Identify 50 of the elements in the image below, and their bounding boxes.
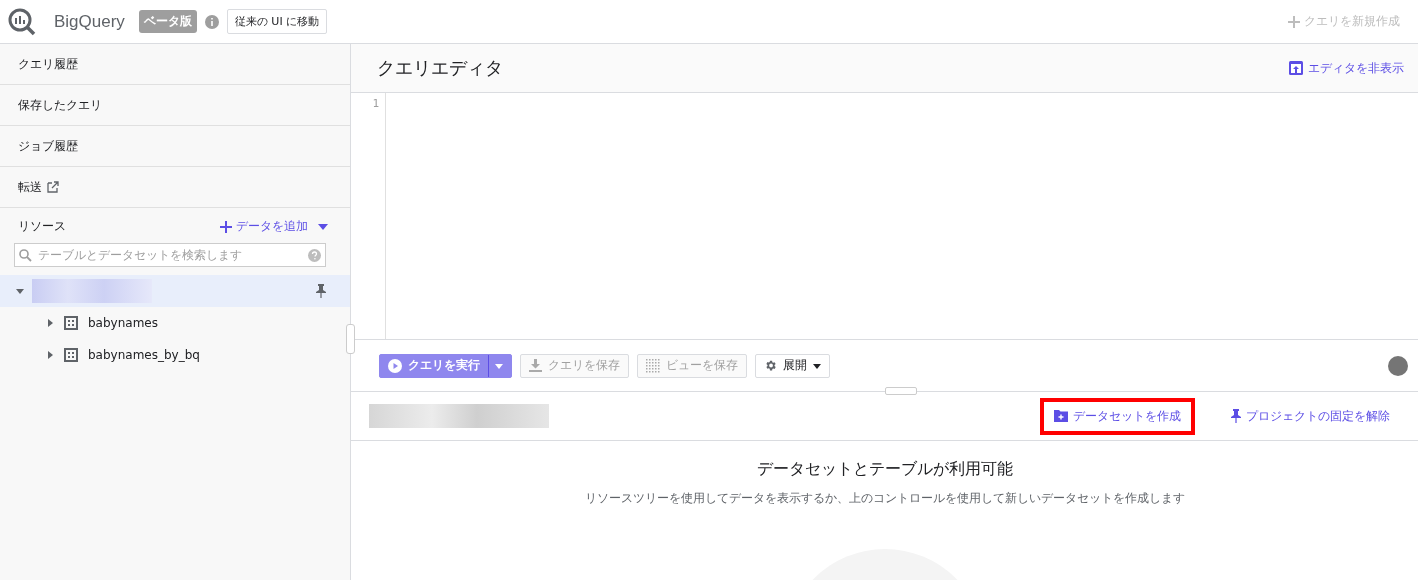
nav-item[interactable]: 保存したクエリ — [0, 85, 350, 126]
add-data-button[interactable]: データを追加 — [220, 218, 328, 235]
nav-label[interactable]: クエリ履歴 — [18, 55, 78, 73]
nav-label[interactable]: ジョブ履歴 — [18, 137, 78, 155]
nav-item[interactable]: 転送 — [0, 167, 350, 208]
play-icon — [388, 358, 402, 373]
pin-icon[interactable] — [316, 284, 326, 298]
empty-state-title: データセットとテーブルが利用可能 — [756, 459, 1013, 480]
app-title: BigQuery — [54, 11, 125, 32]
caret-icon[interactable] — [813, 361, 821, 370]
line-number: 1 — [371, 97, 379, 110]
dataset-icon — [64, 348, 78, 362]
nav-label[interactable]: 転送 — [18, 178, 42, 196]
editor-title: クエリエディタ — [377, 56, 503, 80]
search-field[interactable]: テーブルとデータセットを検索します — [36, 247, 304, 263]
action-link[interactable]: プロジェクトの固定を解除 — [1231, 407, 1390, 425]
info-icon[interactable] — [204, 14, 219, 29]
folder-plus-icon — [1054, 410, 1068, 422]
resize-handle[interactable] — [346, 324, 355, 354]
search-box[interactable]: テーブルとデータセットを検索します — [14, 243, 326, 267]
classic-ui-button[interactable]: 従来の UI に移動 — [226, 9, 328, 34]
search-icon — [19, 248, 32, 262]
resize-handle[interactable] — [884, 387, 917, 395]
expand-caret-icon[interactable] — [46, 351, 54, 359]
caret-icon — [318, 222, 328, 231]
expand-caret-icon[interactable] — [16, 287, 24, 295]
expand-caret-icon[interactable] — [46, 319, 54, 327]
nav-item[interactable]: クエリ履歴 — [0, 44, 350, 85]
gear-icon — [764, 359, 777, 372]
status-dot-icon — [1388, 355, 1408, 376]
dotted-grid-icon — [646, 358, 660, 373]
hide-editor-button[interactable]: エディタを非表示 — [1289, 59, 1404, 77]
collapse-icon — [1289, 61, 1303, 75]
beta-badge: ベータ版 — [138, 10, 197, 33]
resources-title: リソース — [18, 218, 66, 235]
download-icon — [529, 359, 542, 372]
help-icon[interactable] — [308, 248, 321, 262]
dataset-label[interactable]: babynames_by_bq — [88, 348, 200, 362]
plus-icon — [220, 220, 232, 233]
external-link-icon — [47, 181, 59, 193]
nav-item[interactable]: ジョブ履歴 — [0, 126, 350, 167]
action-link[interactable]: データセットを作成 — [1054, 407, 1181, 425]
nav-label[interactable]: 保存したクエリ — [18, 96, 102, 114]
dataset-icon — [64, 316, 78, 330]
empty-state-text: リソースツリーを使用してデータを表示するか、上のコントロールを使用して新しいデータセットを作成します — [584, 490, 1185, 507]
magnifier-chart-logo-icon — [8, 7, 36, 36]
dataset-label[interactable]: babynames — [88, 316, 158, 330]
plus-icon — [1288, 15, 1300, 28]
toolbar-button[interactable]: 展開 — [755, 353, 830, 378]
pin-icon — [1231, 409, 1241, 423]
